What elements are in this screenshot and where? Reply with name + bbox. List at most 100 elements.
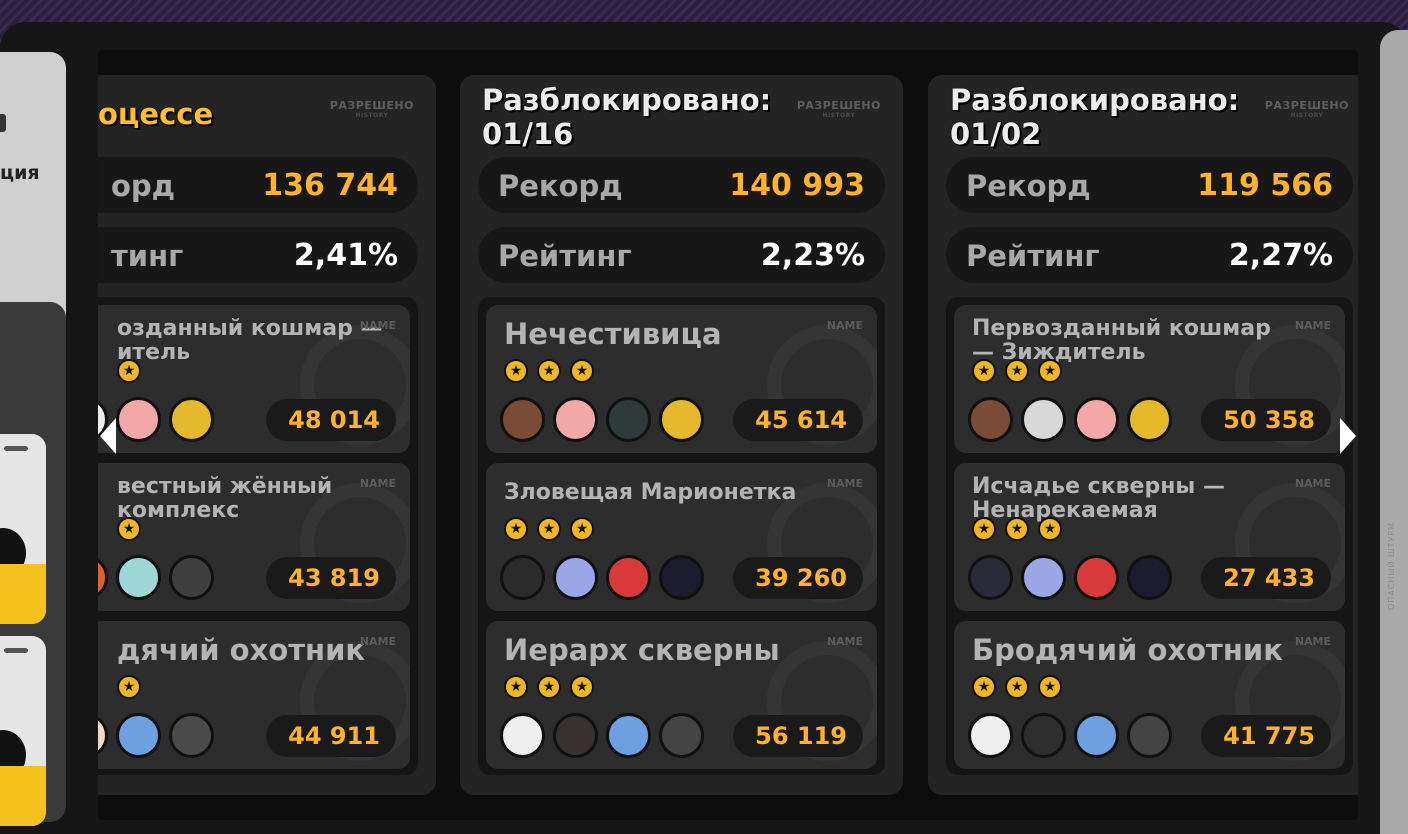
stage-card[interactable]: дячий охотник NAME ★ 44 911 (98, 621, 410, 769)
stage-card[interactable]: Зловещая Марионетка NAME ★ ★ ★ 39 260 (486, 463, 877, 611)
character-avatar (553, 713, 598, 758)
name-tag: NAME (1294, 477, 1331, 490)
character-avatar (116, 713, 161, 758)
character-avatar (116, 397, 161, 442)
stat-label: Рекорд (966, 169, 1091, 203)
star-icon: ★ (1038, 359, 1062, 383)
character-avatar (1021, 713, 1066, 758)
allowed-tag: РАЗРЕШЕНО HISTORY (796, 99, 881, 119)
star-icon: ★ (504, 517, 528, 541)
prev-arrow-icon[interactable] (100, 418, 116, 454)
stat-label: Рейтинг (498, 239, 632, 273)
star-icon: ★ (972, 517, 996, 541)
name-tag: NAME (359, 319, 396, 332)
record-value: 119 566 (1197, 168, 1333, 203)
character-avatar (116, 555, 161, 600)
rating-bar: тинг 2,41% (98, 227, 418, 283)
stage-list: озданный кошмар — итель NAME ★ 48 014 вес… (98, 297, 418, 775)
rating-bar: Рейтинг 2,27% (946, 227, 1353, 283)
name-tag: NAME (1294, 319, 1331, 332)
stage-name: Первозданный кошмар — Зиждитель (972, 316, 1271, 365)
left-mode-panel[interactable]: ция (0, 52, 66, 826)
record-bar: орд 136 744 (98, 157, 418, 213)
star-icon: ★ (1038, 675, 1062, 699)
stat-label: орд (111, 169, 176, 203)
stage-list: Нечестивица NAME ★ ★ ★ 45 614 Зловещая Мари… (478, 297, 885, 775)
left-panel-slots (0, 302, 66, 826)
stage-score: 44 911 (266, 715, 396, 757)
star-icon: ★ (117, 359, 141, 383)
star-icon: ★ (972, 359, 996, 383)
star-icon: ★ (1005, 517, 1029, 541)
name-tag: NAME (826, 319, 863, 332)
star-icon: ★ (537, 675, 561, 699)
stage-list: Первозданный кошмар — Зиждитель NAME ★ ★ ★ … (946, 297, 1353, 775)
star-icon: ★ (537, 359, 561, 383)
character-avatar (500, 713, 545, 758)
star-icon: ★ (570, 359, 594, 383)
next-arrow-icon[interactable] (1340, 418, 1356, 454)
character-avatar (1021, 555, 1066, 600)
character-avatar (1074, 397, 1119, 442)
star-icon: ★ (504, 675, 528, 699)
record-bar: Рекорд 119 566 (946, 157, 1353, 213)
character-avatar (169, 555, 214, 600)
slot-1[interactable] (0, 434, 46, 624)
star-icon: ★ (1005, 359, 1029, 383)
stage-score: 39 260 (733, 557, 863, 599)
stage-card[interactable]: Иерарх скверны NAME ★ ★ ★ 56 119 (486, 621, 877, 769)
character-avatar (98, 555, 108, 600)
stages-viewport[interactable]: оцессе РАЗРЕШЕНО HISTORY орд 136 744 тинг… (98, 50, 1358, 820)
stage-card[interactable]: Исчадье скверны — Ненарекаемая NAME ★ ★ ★ 2… (954, 463, 1345, 611)
star-icon: ★ (570, 517, 594, 541)
stage-score: 48 014 (266, 399, 396, 441)
stage-card[interactable]: вестный жённый комплекс NAME ★ 43 819 (98, 463, 410, 611)
character-avatar (1127, 555, 1172, 600)
star-icon: ★ (570, 675, 594, 699)
character-avatar (1074, 713, 1119, 758)
stage-card[interactable]: озданный кошмар — итель NAME ★ 48 014 (98, 305, 410, 453)
star-icon: ★ (537, 517, 561, 541)
name-tag: NAME (826, 477, 863, 490)
stage-card[interactable]: Бродячий охотник NAME ★ ★ ★ 41 775 (954, 621, 1345, 769)
name-tag: NAME (826, 635, 863, 648)
stat-label: Рекорд (498, 169, 623, 203)
character-avatar (553, 397, 598, 442)
character-avatar (500, 555, 545, 600)
character-avatar (659, 555, 704, 600)
star-icon: ★ (972, 675, 996, 699)
stage-name: Бродячий охотник (972, 633, 1283, 667)
stage-name: Зловещая Марионетка (504, 480, 797, 505)
stage-card[interactable]: Первозданный кошмар — Зиждитель NAME ★ ★ ★ … (954, 305, 1345, 453)
star-icon: ★ (117, 517, 141, 541)
character-avatar (606, 555, 651, 600)
season-column: Разблокировано: 01/16 РАЗРЕШЕНО HISTORY Р… (460, 75, 903, 795)
name-tag: NAME (359, 635, 396, 648)
stat-label: тинг (111, 239, 184, 273)
stage-card[interactable]: Нечестивица NAME ★ ★ ★ 45 614 (486, 305, 877, 453)
star-icon: ★ (1005, 675, 1029, 699)
slot-2[interactable] (0, 636, 46, 826)
column-header: Разблокировано: 01/16 (481, 82, 772, 152)
stage-name: Исчадье скверны — Ненарекаемая (972, 474, 1225, 523)
character-avatar (606, 713, 651, 758)
star-icon: ★ (1038, 517, 1062, 541)
character-avatar (968, 555, 1013, 600)
record-bar: Рекорд 140 993 (478, 157, 885, 213)
character-avatar (1021, 397, 1066, 442)
stage-name: Иерарх скверны (504, 633, 780, 667)
character-avatar (98, 713, 108, 758)
rating-bar: Рейтинг 2,23% (478, 227, 885, 283)
left-panel-label: ция (0, 162, 40, 184)
season-column-current: оцессе РАЗРЕШЕНО HISTORY орд 136 744 тинг… (98, 75, 436, 795)
star-icon: ★ (117, 675, 141, 699)
character-avatar (659, 397, 704, 442)
allowed-tag: РАЗРЕШЕНО HISTORY (329, 99, 414, 119)
stage-name: Нечестивица (504, 317, 722, 351)
character-avatar (659, 713, 704, 758)
allowed-tag: РАЗРЕШЕНО HISTORY (1264, 99, 1349, 119)
stage-score: 27 433 (1201, 557, 1331, 599)
name-tag: NAME (1294, 635, 1331, 648)
character-avatar (169, 397, 214, 442)
name-tag: NAME (359, 477, 396, 490)
